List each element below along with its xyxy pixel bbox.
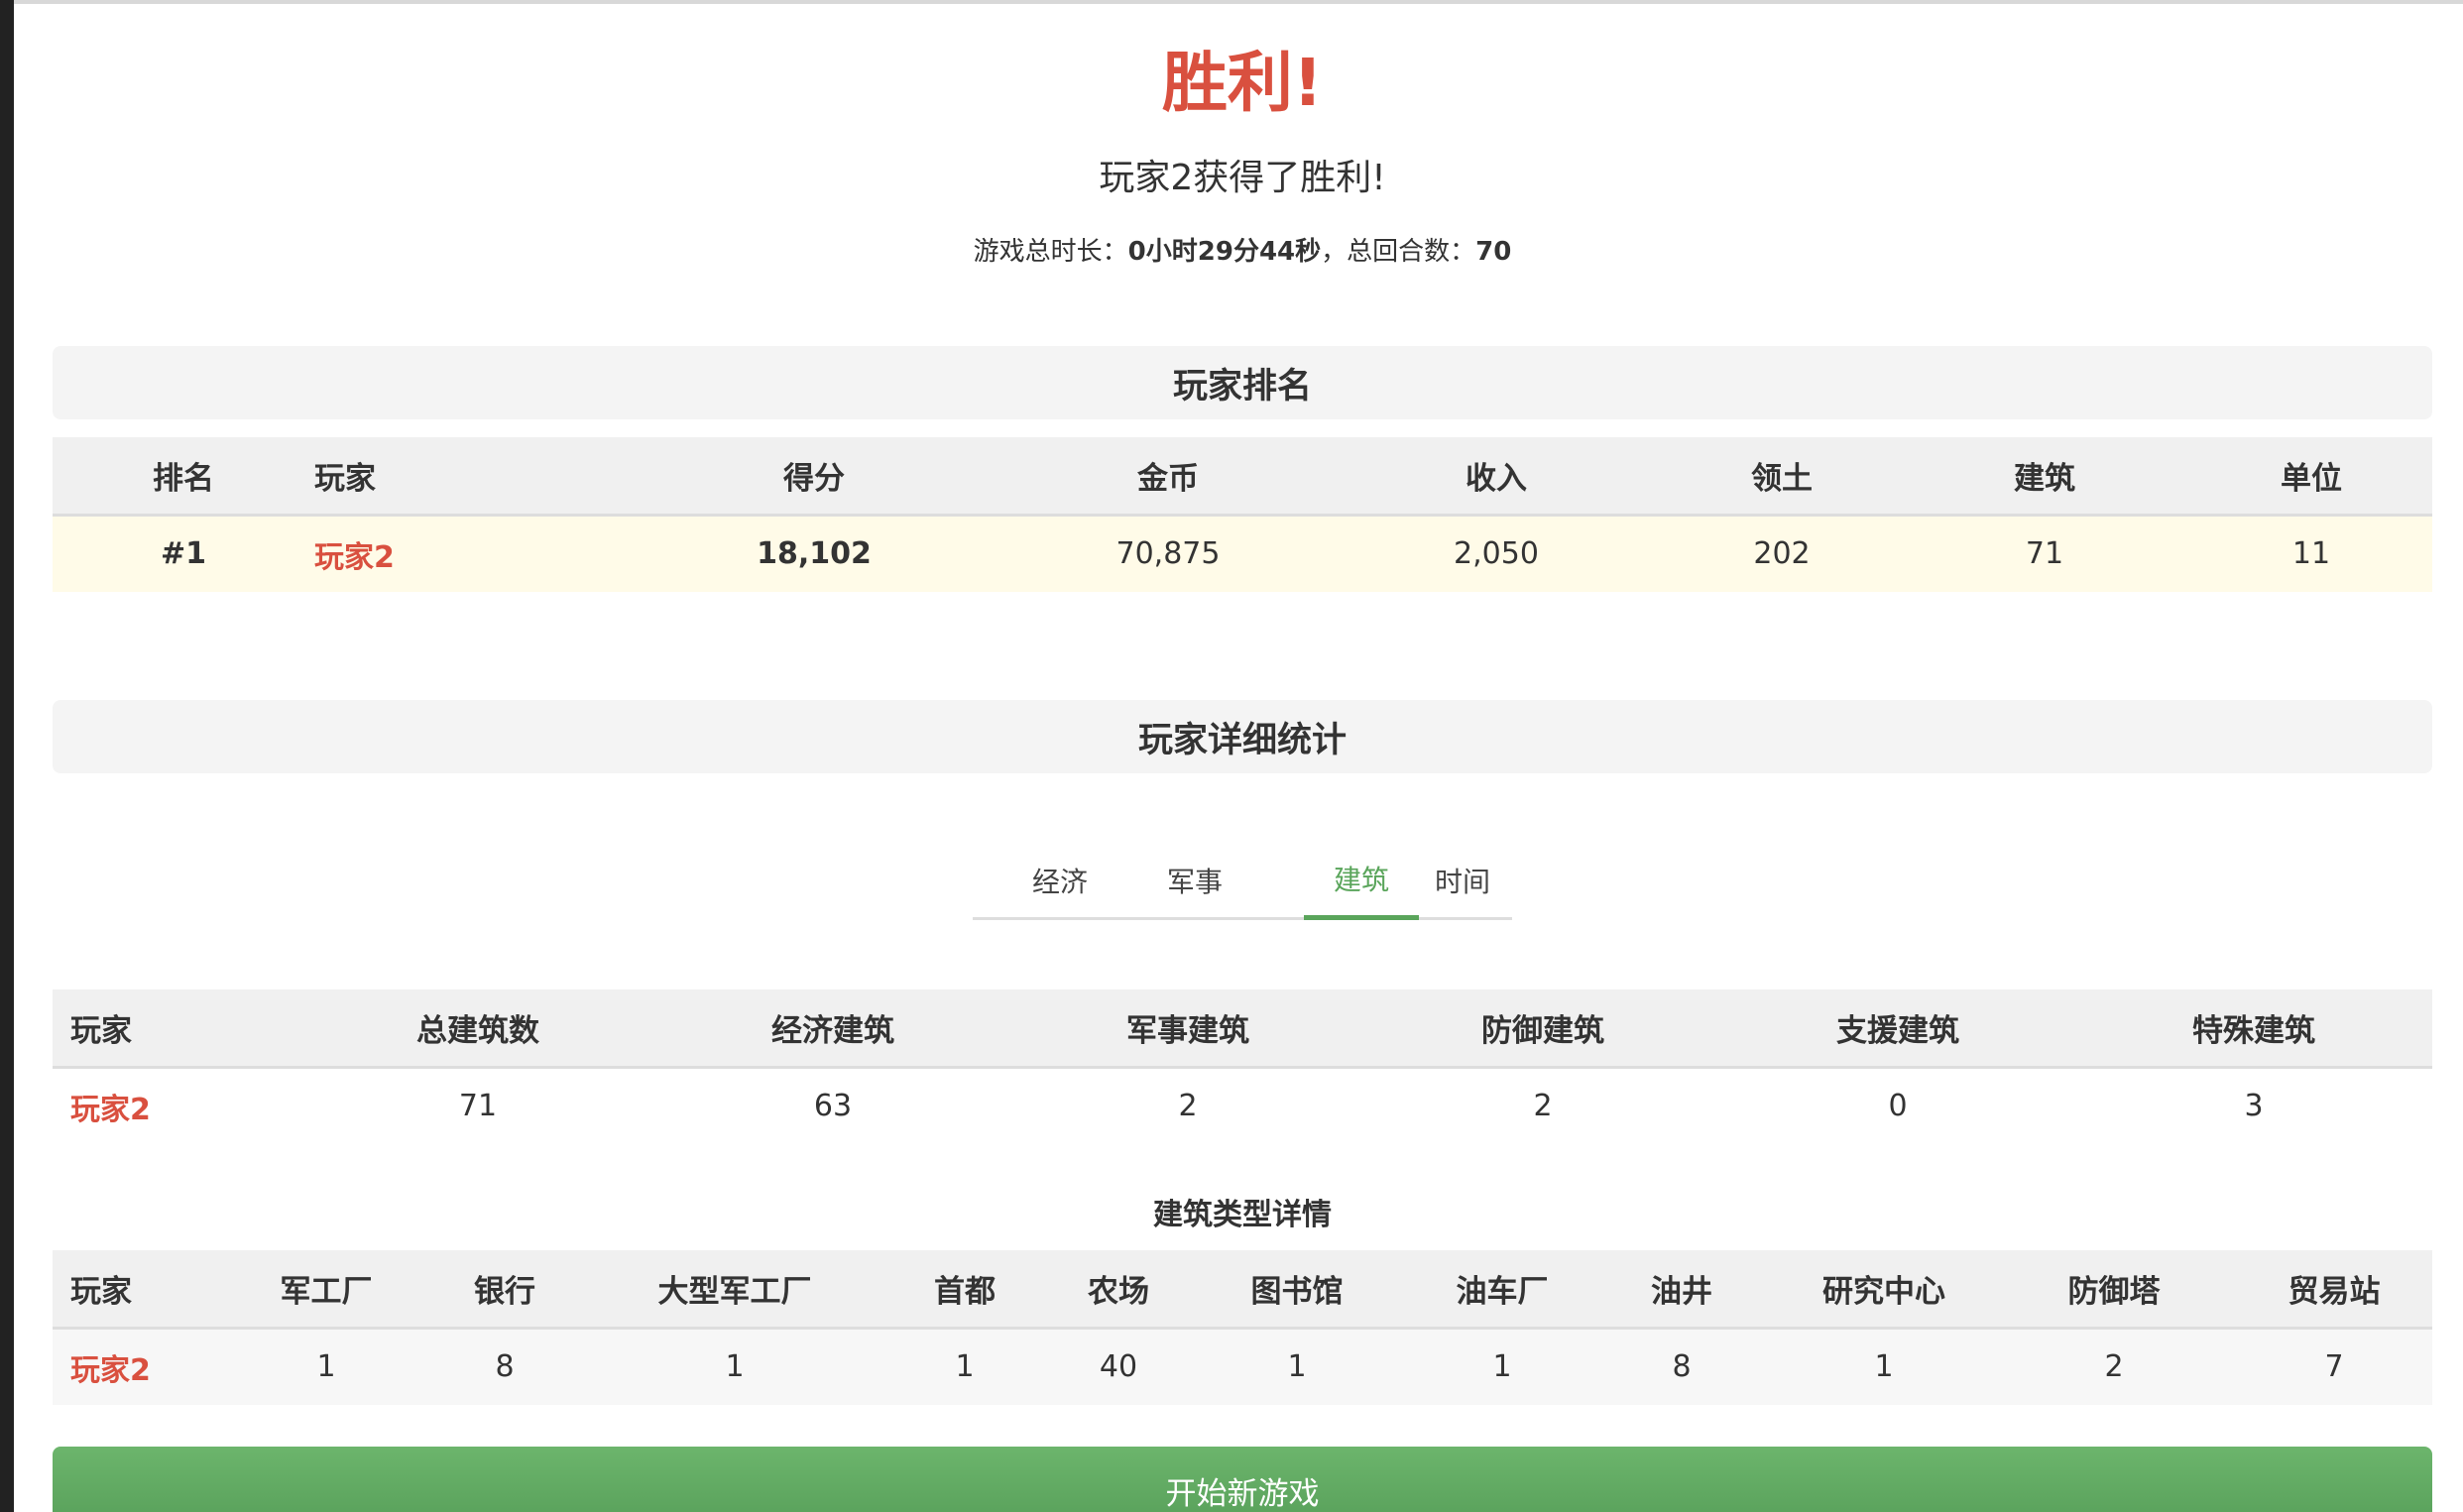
income-cell: 2,050 xyxy=(1328,515,1665,592)
economy-buildings-cell: 63 xyxy=(813,1089,853,1124)
col-score[interactable]: 得分 xyxy=(620,437,1008,517)
ranking-header: 玩家排名 xyxy=(53,346,2432,419)
col-gold[interactable]: 金币 xyxy=(1008,437,1328,517)
col-bank[interactable]: 银行 xyxy=(410,1250,600,1330)
buildings-cell: 71 xyxy=(1899,515,2190,592)
player-cell: 玩家2 xyxy=(314,515,620,592)
winner-message: 玩家2获得了胜利! xyxy=(1099,158,1386,198)
stats-tabs: 经济 军事 建筑 时间 xyxy=(973,841,1512,920)
game-over-panel: 胜利! 玩家2获得了胜利! 游戏总时长：0小时29分44秒，总回合数：70 玩家… xyxy=(53,0,2432,1512)
building-types-title: 建筑类型详情 xyxy=(1153,1198,1332,1232)
special-buildings-cell: 3 xyxy=(2244,1089,2264,1124)
library-cell: 1 xyxy=(1177,1328,1417,1405)
support-buildings-cell: 0 xyxy=(1888,1089,1908,1124)
col-buildings[interactable]: 建筑 xyxy=(1899,437,2190,517)
tab-buildings[interactable]: 建筑 xyxy=(1304,841,1419,920)
building-summary-row: 玩家2 71 63 2 2 0 3 xyxy=(53,1067,2432,1144)
tab-economy[interactable]: 经济 xyxy=(1002,841,1117,920)
ranking-header-row: 排名 玩家 得分 金币 收入 领土 建筑 单位 xyxy=(53,437,2432,517)
duration-label: 游戏总时长： xyxy=(973,237,1128,267)
gold-cell: 70,875 xyxy=(1008,515,1328,592)
col-defense-buildings[interactable]: 防御建筑 xyxy=(1365,989,1720,1069)
building-types-row: 玩家2 1 8 1 1 40 1 1 8 1 2 7 xyxy=(53,1328,2432,1405)
col-units[interactable]: 单位 xyxy=(2190,437,2432,517)
building-types-header-row: 玩家 军工厂 银行 大型军工厂 首都 农场 图书馆 油车厂 油井 研究中心 防御… xyxy=(53,1250,2432,1330)
window-left-edge xyxy=(0,0,14,1512)
building-summary-table: 玩家 总建筑数 经济建筑 军事建筑 防御建筑 支援建筑 特殊建筑 玩家2 71 … xyxy=(53,989,2432,1144)
rounds-label: ，总回合数： xyxy=(1321,237,1476,267)
rounds-value: 70 xyxy=(1475,237,1512,267)
col-rank[interactable]: 排名 xyxy=(53,437,314,517)
building-summary-header-row: 玩家 总建筑数 经济建筑 军事建筑 防御建筑 支援建筑 特殊建筑 xyxy=(53,989,2432,1069)
defense-buildings-cell: 2 xyxy=(1533,1089,1553,1124)
col-library[interactable]: 图书馆 xyxy=(1177,1250,1417,1330)
col-farm[interactable]: 农场 xyxy=(1060,1250,1177,1330)
col-total-buildings[interactable]: 总建筑数 xyxy=(300,989,655,1069)
ranking-row: #1 玩家2 18,102 70,875 2,050 202 71 11 xyxy=(53,515,2432,592)
tab-military[interactable]: 军事 xyxy=(1137,841,1252,920)
col-arms-factory[interactable]: 军工厂 xyxy=(243,1250,410,1330)
tab-time[interactable]: 时间 xyxy=(1405,841,1520,920)
col-defense-tower[interactable]: 防御塔 xyxy=(1992,1250,2236,1330)
ranking-table: 排名 玩家 得分 金币 收入 领土 建筑 单位 #1 玩家2 18,102 70… xyxy=(53,437,2432,592)
col-tank-factory[interactable]: 油车厂 xyxy=(1417,1250,1587,1330)
col-large-arms-factory[interactable]: 大型军工厂 xyxy=(600,1250,870,1330)
col-player[interactable]: 玩家 xyxy=(53,1250,243,1330)
col-special-buildings[interactable]: 特殊建筑 xyxy=(2075,989,2432,1069)
building-types-table: 玩家 军工厂 银行 大型军工厂 首都 农场 图书馆 油车厂 油井 研究中心 防御… xyxy=(53,1250,2432,1405)
trading-post-cell: 7 xyxy=(2236,1328,2432,1405)
research-center-cell: 1 xyxy=(1776,1328,1992,1405)
defense-tower-cell: 2 xyxy=(1992,1328,2236,1405)
col-income[interactable]: 收入 xyxy=(1328,437,1665,517)
capital-cell: 1 xyxy=(870,1328,1060,1405)
rank-cell: #1 xyxy=(53,515,314,592)
details-header: 玩家详细统计 xyxy=(53,700,2432,773)
col-territory[interactable]: 领土 xyxy=(1665,437,1899,517)
total-buildings-cell: 71 xyxy=(458,1089,498,1124)
col-trading-post[interactable]: 贸易站 xyxy=(2236,1250,2432,1330)
farm-cell: 40 xyxy=(1060,1328,1177,1405)
player-cell: 玩家2 xyxy=(53,1328,243,1405)
col-military-buildings[interactable]: 军事建筑 xyxy=(1010,989,1365,1069)
col-player[interactable]: 玩家 xyxy=(53,989,300,1069)
military-buildings-cell: 2 xyxy=(1178,1089,1198,1124)
oil-well-cell: 8 xyxy=(1587,1328,1776,1405)
territory-cell: 202 xyxy=(1665,515,1899,592)
col-economy-buildings[interactable]: 经济建筑 xyxy=(655,989,1010,1069)
col-player[interactable]: 玩家 xyxy=(314,437,620,517)
victory-title: 胜利! xyxy=(1161,45,1324,121)
score-cell: 18,102 xyxy=(620,515,1008,592)
col-oil-well[interactable]: 油井 xyxy=(1587,1250,1776,1330)
bank-cell: 8 xyxy=(410,1328,600,1405)
arms-factory-cell: 1 xyxy=(243,1328,410,1405)
tank-factory-cell: 1 xyxy=(1417,1328,1587,1405)
new-game-button[interactable]: 开始新游戏 xyxy=(53,1447,2432,1512)
large-arms-factory-cell: 1 xyxy=(600,1328,870,1405)
col-support-buildings[interactable]: 支援建筑 xyxy=(1720,989,2075,1069)
col-research-center[interactable]: 研究中心 xyxy=(1776,1250,1992,1330)
col-capital[interactable]: 首都 xyxy=(870,1250,1060,1330)
game-duration-info: 游戏总时长：0小时29分44秒，总回合数：70 xyxy=(53,231,2432,268)
duration-value: 0小时29分44秒 xyxy=(1127,237,1322,267)
player-cell: 玩家2 xyxy=(70,1092,151,1127)
units-cell: 11 xyxy=(2190,515,2432,592)
